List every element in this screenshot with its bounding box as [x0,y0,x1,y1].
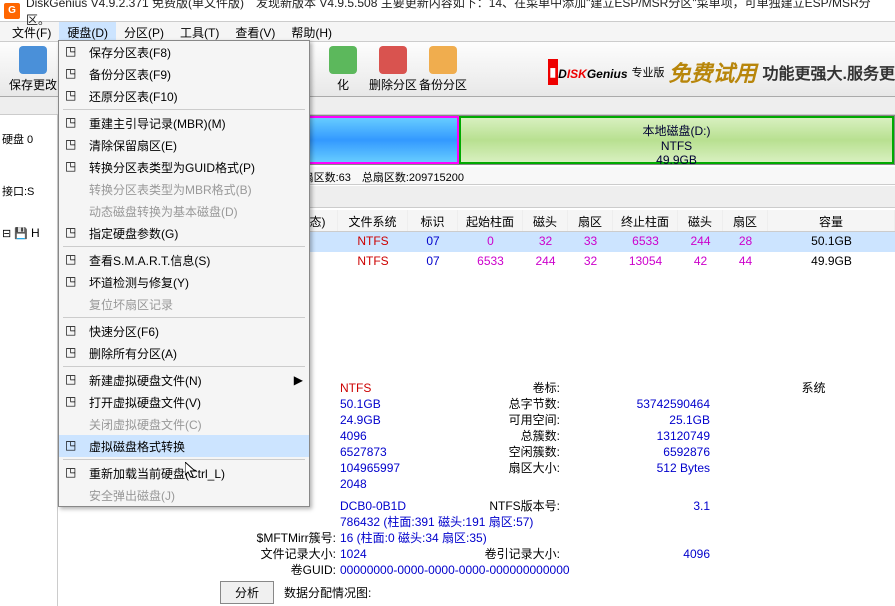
partition-d[interactable]: 本地磁盘(D:) NTFS 49.9GB [459,116,894,164]
menu-partition[interactable]: 分区(P) [116,22,172,41]
banner: ▮ DISKGenius 专业版 免费试用 功能更强大.服务更 [548,42,895,97]
menu-item[interactable]: ◳重新加载当前硬盘(Ctrl_L) [59,462,309,484]
menu-item[interactable]: ◳快速分区(F6) [59,320,309,342]
menu-item: 动态磁盘转换为基本磁盘(D) [59,200,309,222]
tb-delete[interactable]: 删除分区 [368,46,418,93]
menu-item[interactable]: ◳新建虚拟硬盘文件(N)▶ [59,369,309,391]
menu-icon: ◳ [65,465,81,481]
menu-item[interactable]: ◳坏道检测与修复(Y) [59,271,309,293]
iface-label: 接口:S [0,179,57,203]
menu-icon: ◳ [65,159,81,175]
menu-icon: ◳ [65,44,81,60]
menu-item: 安全弹出磁盘(J) [59,484,309,506]
menu-item[interactable]: ◳删除所有分区(A) [59,342,309,364]
menu-icon: ◳ [65,438,81,454]
analyze-button[interactable]: 分析 [220,581,274,604]
menu-item[interactable]: ◳指定硬盘参数(G) [59,222,309,244]
menu-icon: ◳ [65,274,81,290]
menu-item[interactable]: ◳备份分区表(F9) [59,63,309,85]
left-pane: 硬盘 0 接口:S [0,115,58,606]
menu-icon [65,203,81,219]
dist-label: 数据分配情况图: [284,584,371,601]
menu-file[interactable]: 文件(F) [4,22,59,41]
menu-icon: ◳ [65,66,81,82]
tb-backup[interactable]: 备份分区 [418,46,468,93]
menu-item[interactable]: ◳重建主引导记录(MBR)(M) [59,112,309,134]
menu-icon: ◳ [65,88,81,104]
bottom-bar: 分析 数据分配情况图: [220,580,895,604]
menu-icon: ◳ [65,225,81,241]
menu-icon: ◳ [65,345,81,361]
menu-icon: ◳ [65,394,81,410]
menu-icon [65,296,81,312]
menu-item[interactable]: ◳还原分区表(F10) [59,85,309,107]
menu-item: 关闭虚拟硬盘文件(C) [59,413,309,435]
menu-tools[interactable]: 工具(T) [172,22,227,41]
menu-disk[interactable]: 硬盘(D) [59,22,116,41]
menu-help[interactable]: 帮助(H) [283,22,340,41]
menu-item[interactable]: ◳查看S.M.A.R.T.信息(S) [59,249,309,271]
menu-view[interactable]: 查看(V) [227,22,283,41]
disk-menu-dropdown[interactable]: ◳保存分区表(F8)◳备份分区表(F9)◳还原分区表(F10) ◳重建主引导记录(… [58,40,310,507]
menu-item[interactable]: ◳打开虚拟硬盘文件(V) [59,391,309,413]
menu-item: 转换分区表类型为MBR格式(B) [59,178,309,200]
menu-icon [65,416,81,432]
detail-pane: NTFS卷标:系统 50.1GB总字节数:5374259046424.9GB可用… [220,380,887,578]
menu-icon: ◳ [65,137,81,153]
menu-item[interactable]: ◳保存分区表(F8) [59,41,309,63]
tb-save[interactable]: 保存更改 [8,46,58,93]
disk-tree[interactable]: ⊟ 💾 H [2,226,40,240]
menu-icon: ◳ [65,115,81,131]
menu-item[interactable]: ◳清除保留扇区(E) [59,134,309,156]
app-logo: G [4,3,20,19]
menu-icon: ◳ [65,372,81,388]
menu-icon [65,487,81,503]
menu-icon: ◳ [65,323,81,339]
menu-item[interactable]: ◳转换分区表类型为GUID格式(P) [59,156,309,178]
tb-format[interactable]: 化 [318,46,368,93]
hd-label: 硬盘 0 [0,127,57,151]
menu-icon: ◳ [65,252,81,268]
menu-item: 复位坏扇区记录 [59,293,309,315]
menu-item[interactable]: ◳虚拟磁盘格式转换 [59,435,309,457]
menu-icon [65,181,81,197]
